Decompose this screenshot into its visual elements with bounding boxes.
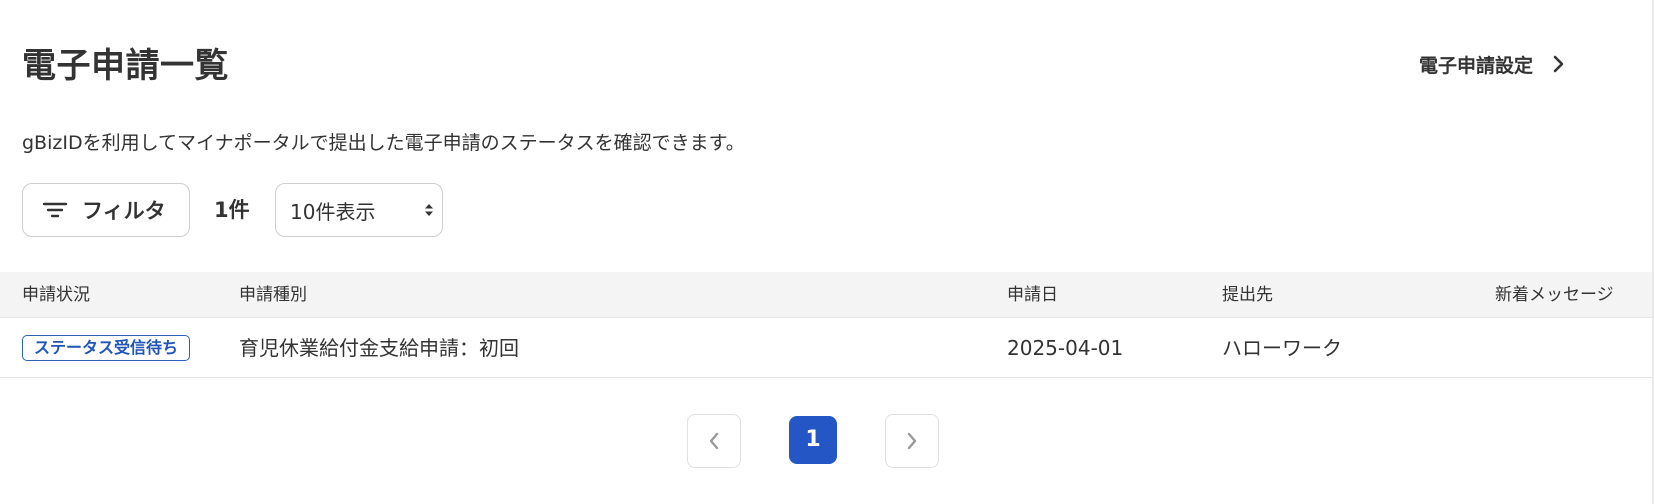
e-application-settings-link[interactable]: 電子申請設定 [1419, 48, 1567, 80]
column-header-status[interactable]: 申請状況 [22, 272, 90, 318]
filter-button[interactable]: フィルタ [22, 183, 190, 237]
per-page-select-value: 10件表示 [290, 199, 376, 224]
select-arrows-icon [425, 204, 433, 216]
destination-cell: ハローワーク [1222, 336, 1342, 360]
per-page-select[interactable]: 10件表示 [275, 183, 443, 237]
column-header-destination[interactable]: 提出先 [1222, 272, 1273, 318]
table-row[interactable]: ステータス受信待ち 育児休業給付金支給申請：初回 2025-04-01 ハローワ… [0, 318, 1652, 378]
pagination-prev-button[interactable] [687, 414, 741, 468]
result-count: 1件 [214, 198, 250, 222]
chevron-right-icon [1553, 55, 1564, 73]
page-title: 電子申請一覧 [22, 46, 229, 86]
filter-button-label: フィルタ [82, 199, 166, 223]
column-header-type[interactable]: 申請種別 [239, 272, 307, 318]
chevron-right-icon [907, 432, 917, 450]
settings-link-label: 電子申請設定 [1419, 54, 1534, 77]
pagination-next-button[interactable] [885, 414, 939, 468]
application-date-cell: 2025-04-01 [1007, 336, 1124, 360]
table-header: 申請状況 申請種別 申請日 提出先 新着メッセージ [0, 272, 1652, 318]
chevron-left-icon [709, 432, 719, 450]
filter-icon [42, 202, 68, 218]
column-header-new-message[interactable]: 新着メッセージ [1495, 272, 1614, 318]
application-type-cell[interactable]: 育児休業給付金支給申請：初回 [239, 318, 519, 378]
page: 電子申請一覧 電子申請設定 gBizIDを利用してマイナポータルで提出した電子申… [0, 0, 1654, 504]
page-description: gBizIDを利用してマイナポータルで提出した電子申請のステータスを確認できます… [22, 132, 745, 154]
status-badge: ステータス受信待ち [22, 335, 191, 361]
pagination-current-page[interactable]: 1 [789, 416, 837, 464]
column-header-date[interactable]: 申請日 [1007, 272, 1058, 318]
